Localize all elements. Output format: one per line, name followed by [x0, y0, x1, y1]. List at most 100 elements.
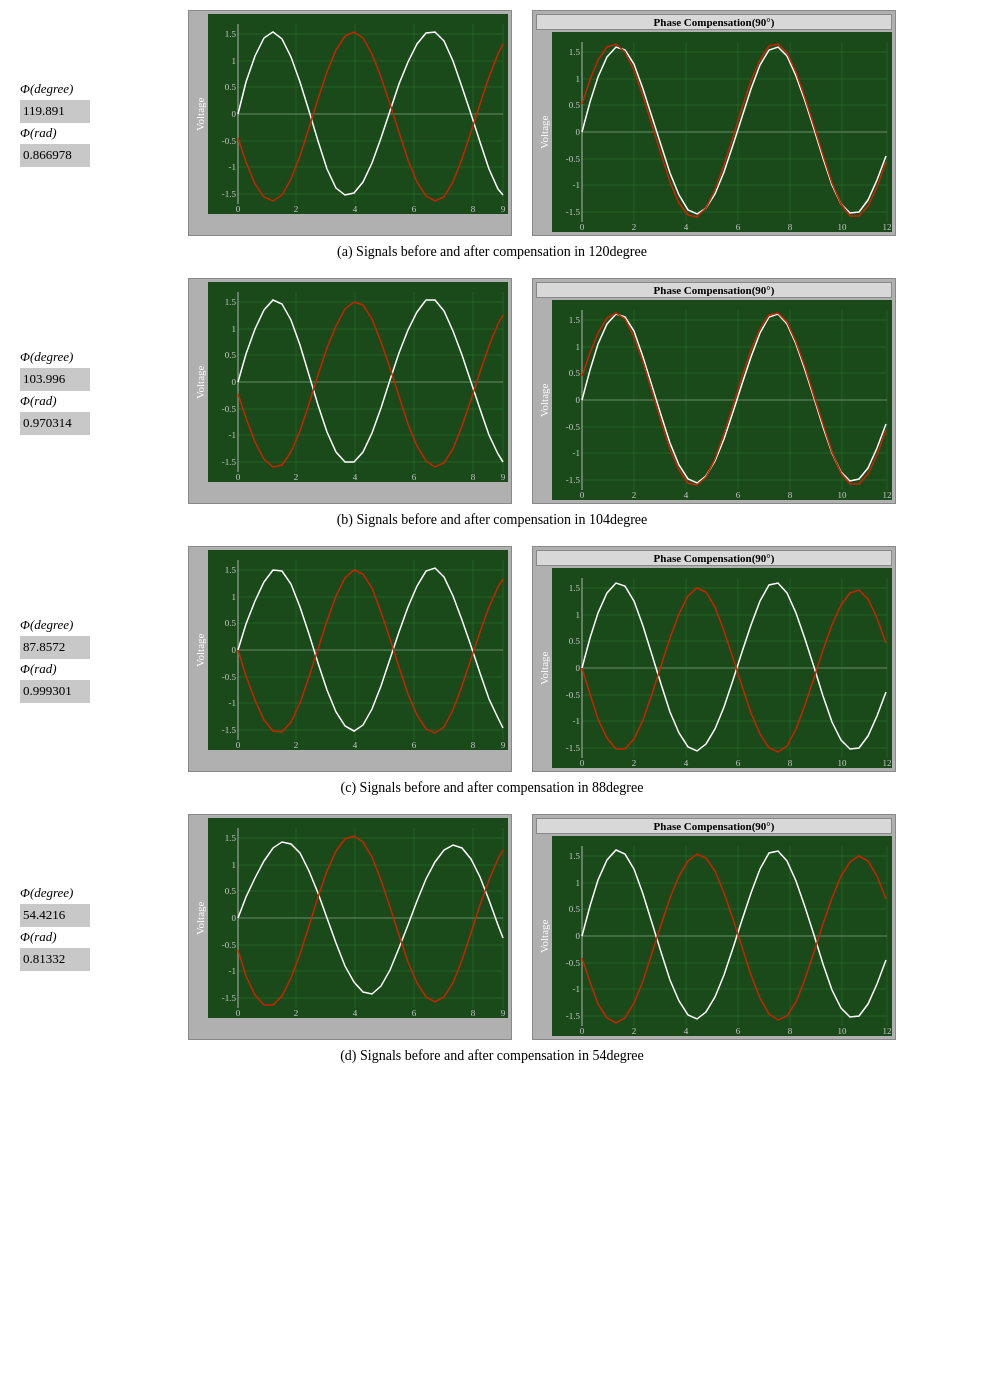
svg-text:0.5: 0.5 [569, 368, 581, 378]
chart-area-left-a: 1.5 1 0.5 0 -0.5 -1 -1.5 0 2 4 [208, 14, 508, 214]
svg-text:9: 9 [501, 1008, 506, 1018]
svg-text:-1.5: -1.5 [566, 743, 581, 753]
phi-rad-value-b: 0.970314 [20, 412, 90, 435]
svg-text:6: 6 [412, 472, 417, 482]
svg-text:0: 0 [236, 1008, 241, 1018]
svg-text:-1: -1 [229, 162, 237, 172]
right-chart-title-d: Phase Compensation(90°) [536, 818, 892, 834]
svg-text:10: 10 [838, 1026, 848, 1036]
svg-text:0: 0 [232, 377, 237, 387]
svg-text:12: 12 [883, 490, 892, 500]
svg-text:6: 6 [412, 204, 417, 214]
svg-text:0: 0 [232, 109, 237, 119]
row-d: Φ(degree) 54.4216 Φ(rad) 0.81332 Voltage [20, 814, 964, 1040]
svg-text:-1.5: -1.5 [222, 725, 237, 735]
phi-rad-label-d: Φ(rad) [20, 927, 120, 948]
svg-text:0: 0 [576, 931, 581, 941]
charts-b: Voltage [120, 278, 964, 504]
charts-c: Voltage [120, 546, 964, 772]
chart-area-right-b: 1.5 1 0.5 0 -0.5 -1 -1.5 0 2 4 6 [552, 300, 892, 500]
svg-text:1: 1 [232, 56, 237, 66]
svg-text:0: 0 [576, 395, 581, 405]
svg-text:8: 8 [788, 1026, 793, 1036]
svg-text:4: 4 [353, 1008, 358, 1018]
svg-text:10: 10 [838, 490, 848, 500]
svg-text:0.5: 0.5 [569, 100, 581, 110]
svg-text:0: 0 [580, 1026, 585, 1036]
phi-degree-label-d: Φ(degree) [20, 883, 120, 904]
right-chart-a: Phase Compensation(90°) Voltage [532, 10, 896, 236]
svg-text:0: 0 [580, 222, 585, 232]
svg-text:12: 12 [883, 758, 892, 768]
svg-text:-1: -1 [229, 698, 237, 708]
svg-text:6: 6 [412, 740, 417, 750]
svg-text:-0.5: -0.5 [566, 154, 581, 164]
row-b: Φ(degree) 103.996 Φ(rad) 0.970314 Voltag… [20, 278, 964, 504]
svg-text:2: 2 [294, 472, 299, 482]
y-label-right-a: Voltage [536, 32, 552, 232]
svg-text:1.5: 1.5 [569, 47, 581, 57]
row-c: Φ(degree) 87.8572 Φ(rad) 0.999301 Voltag… [20, 546, 964, 772]
svg-text:-1: -1 [573, 716, 581, 726]
left-chart-inner-d: Voltage [192, 818, 508, 1018]
page: Φ(degree) 119.891 Φ(rad) 0.866978 Voltag… [0, 0, 984, 1092]
svg-text:-1.5: -1.5 [566, 207, 581, 217]
left-chart-inner-b: Voltage [192, 282, 508, 482]
right-chart-inner-d: Voltage [536, 836, 892, 1036]
left-chart-inner-a: Voltage [192, 14, 508, 214]
svg-text:1: 1 [576, 74, 581, 84]
row-a: Φ(degree) 119.891 Φ(rad) 0.866978 Voltag… [20, 10, 964, 236]
svg-text:1: 1 [576, 342, 581, 352]
y-label-right-b: Voltage [536, 300, 552, 500]
left-chart-d: Voltage [188, 814, 512, 1040]
section-d: Φ(degree) 54.4216 Φ(rad) 0.81332 Voltage [20, 814, 964, 1064]
svg-text:0: 0 [580, 758, 585, 768]
y-label-right-d: Voltage [536, 836, 552, 1036]
phi-degree-value-c: 87.8572 [20, 636, 90, 659]
svg-text:-1: -1 [229, 966, 237, 976]
svg-text:0: 0 [576, 127, 581, 137]
svg-text:0: 0 [580, 490, 585, 500]
svg-text:8: 8 [788, 490, 793, 500]
right-chart-b: Phase Compensation(90°) Voltage [532, 278, 896, 504]
svg-text:0.5: 0.5 [225, 618, 237, 628]
svg-text:-0.5: -0.5 [566, 422, 581, 432]
svg-text:12: 12 [883, 222, 892, 232]
svg-text:1: 1 [232, 860, 237, 870]
svg-text:10: 10 [838, 758, 848, 768]
svg-text:8: 8 [788, 758, 793, 768]
chart-svg-right-b: 1.5 1 0.5 0 -0.5 -1 -1.5 0 2 4 6 [552, 300, 892, 500]
svg-text:4: 4 [684, 758, 689, 768]
chart-svg-left-b: 1.5 1 0.5 0 -0.5 -1 -1.5 0 2 4 6 [208, 282, 508, 482]
svg-text:12: 12 [883, 1026, 892, 1036]
svg-text:-1.5: -1.5 [222, 189, 237, 199]
svg-text:6: 6 [736, 758, 741, 768]
phi-degree-label-c: Φ(degree) [20, 615, 120, 636]
charts-a: Voltage [120, 10, 964, 236]
right-chart-inner-b: Voltage [536, 300, 892, 500]
right-chart-c: Phase Compensation(90°) Voltage [532, 546, 896, 772]
svg-text:-1.5: -1.5 [222, 993, 237, 1003]
svg-text:1.5: 1.5 [569, 851, 581, 861]
svg-text:9: 9 [501, 204, 506, 214]
y-label-left-c: Voltage [192, 550, 208, 750]
svg-text:0.5: 0.5 [225, 886, 237, 896]
y-label-left-d: Voltage [192, 818, 208, 1018]
svg-text:1.5: 1.5 [225, 297, 237, 307]
svg-text:0.5: 0.5 [569, 636, 581, 646]
right-chart-title-b: Phase Compensation(90°) [536, 282, 892, 298]
phi-rad-value-a: 0.866978 [20, 144, 90, 167]
chart-svg-left-c: 1.5 1 0.5 0 -0.5 -1 -1.5 0 2 4 6 [208, 550, 508, 750]
svg-text:0: 0 [236, 472, 241, 482]
left-chart-c: Voltage [188, 546, 512, 772]
params-c: Φ(degree) 87.8572 Φ(rad) 0.999301 [20, 615, 120, 702]
svg-text:10: 10 [838, 222, 848, 232]
svg-text:-0.5: -0.5 [566, 958, 581, 968]
svg-text:-1: -1 [573, 180, 581, 190]
svg-text:0.5: 0.5 [225, 350, 237, 360]
svg-text:0: 0 [236, 740, 241, 750]
right-chart-d: Phase Compensation(90°) Voltage [532, 814, 896, 1040]
svg-text:1: 1 [576, 610, 581, 620]
y-label-right-c: Voltage [536, 568, 552, 768]
svg-text:-0.5: -0.5 [222, 940, 237, 950]
